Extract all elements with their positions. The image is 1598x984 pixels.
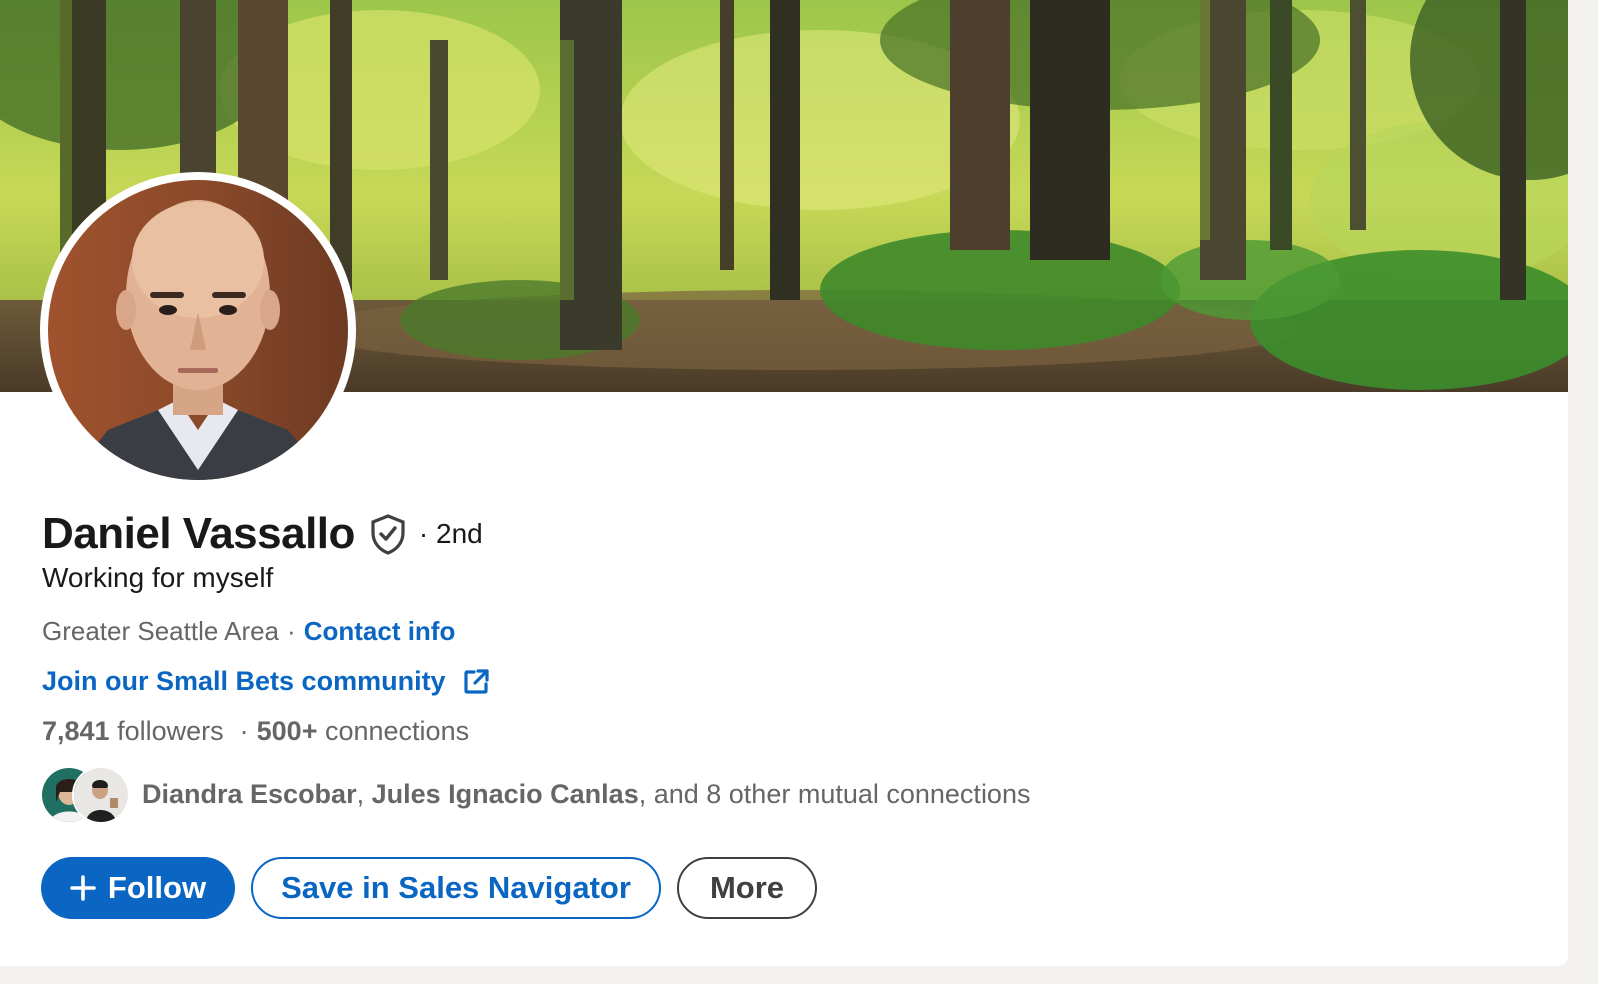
profile-headline: Working for myself xyxy=(42,562,274,593)
follow-button[interactable]: Follow xyxy=(41,857,235,919)
external-link-icon xyxy=(463,668,489,694)
profile-card: Daniel Vassallo · 2nd Working for myself… xyxy=(0,0,1568,966)
location-separator: · xyxy=(287,616,296,646)
profile-photo[interactable] xyxy=(40,172,356,488)
mutual-avatars xyxy=(40,766,130,824)
more-button[interactable]: More xyxy=(677,857,817,919)
plus-icon xyxy=(70,875,96,901)
followers-label: followers xyxy=(117,716,224,746)
mutual-connections[interactable]: Diandra Escobar, Jules Ignacio Canlas, a… xyxy=(40,766,1030,824)
verified-shield-icon[interactable] xyxy=(369,513,407,555)
mutual-name-1: Diandra Escobar xyxy=(142,778,357,809)
connections-count[interactable]: 500+ xyxy=(257,716,318,747)
mutual-name-2: Jules Ignacio Canlas xyxy=(371,778,639,809)
mutual-suffix: , and 8 other mutual connections xyxy=(638,778,1031,809)
profile-name: Daniel Vassallo xyxy=(42,509,355,558)
name-row: Daniel Vassallo · 2nd xyxy=(42,506,483,562)
website-link-label: Join our Small Bets community xyxy=(42,666,446,696)
stats-row: 7,841 followers · 500+ connections xyxy=(42,716,469,747)
website-link[interactable]: Join our Small Bets community xyxy=(42,666,490,697)
mutual-separator: , xyxy=(356,778,365,809)
connection-degree: · 2nd xyxy=(418,518,483,549)
mutual-connections-text[interactable]: Diandra Escobar, Jules Ignacio Canlas, a… xyxy=(142,779,1030,810)
contact-info-link[interactable]: Contact info xyxy=(304,616,456,647)
stats-separator: · xyxy=(239,716,249,746)
profile-actions: Follow Save in Sales Navigator More xyxy=(41,857,817,919)
location-row: Greater Seattle Area · Contact info xyxy=(42,616,455,647)
followers-count: 7,841 xyxy=(42,716,110,746)
avatar xyxy=(72,766,130,824)
save-in-sales-navigator-button[interactable]: Save in Sales Navigator xyxy=(251,857,661,919)
follow-button-label: Follow xyxy=(107,870,207,905)
location-text: Greater Seattle Area xyxy=(42,616,280,646)
connections-label[interactable]: connections xyxy=(325,716,469,747)
